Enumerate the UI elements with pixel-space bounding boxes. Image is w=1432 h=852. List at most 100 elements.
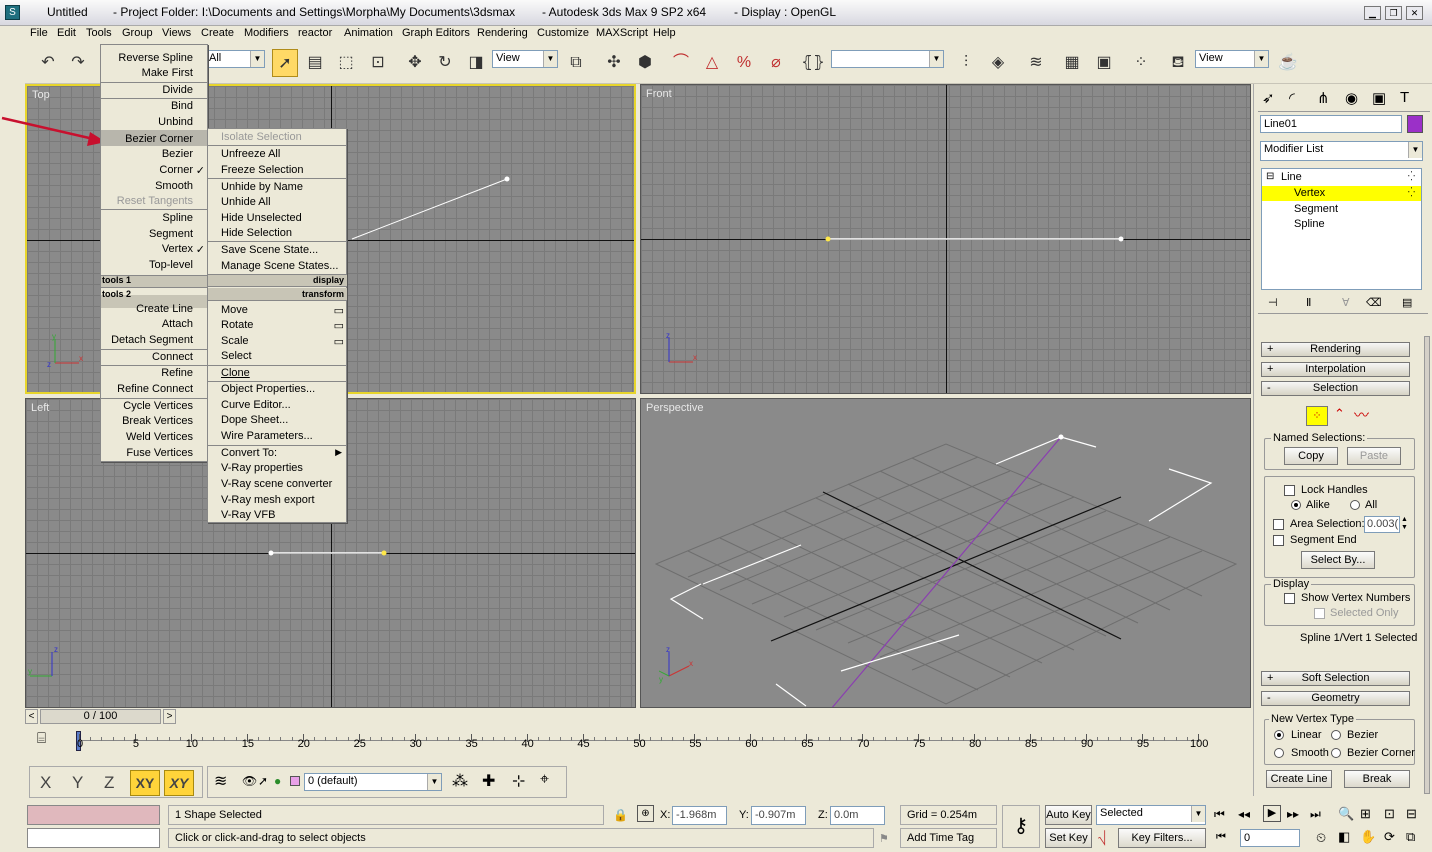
quad-item-make-first[interactable]: Make First [142,67,193,79]
previous-frame-icon[interactable]: ◂◂ [1238,807,1250,821]
vertex-level-icon[interactable]: ⁘ [1306,406,1328,426]
quad-item-curve-editor[interactable]: Curve Editor... [221,399,291,411]
quad-item-unhide-all[interactable]: Unhide All [221,196,271,208]
menu-maxscript[interactable]: MAXScript [596,27,648,39]
quad-item-break-vertices[interactable]: Break Vertices [122,415,193,427]
quad-item-select[interactable]: Select [221,350,252,362]
all-radio[interactable] [1350,500,1360,510]
linear-radio[interactable] [1274,730,1284,740]
menu-file[interactable]: File [30,27,48,39]
axis-xy-button[interactable]: XY [130,770,160,796]
keyboard-shortcut-icon[interactable]: ⬢ [632,49,658,77]
rect-selection-icon[interactable]: ⬚ [333,49,359,77]
pin-stack-icon[interactable]: ⊣ [1268,296,1278,309]
settings-box-icon[interactable]: ▭ [334,304,344,317]
quad-item-object-properties[interactable]: Object Properties... [221,383,315,395]
set-key-button[interactable]: Set Key [1045,828,1092,848]
area-selection-checkbox[interactable] [1273,519,1284,530]
quad-item-convert-to[interactable]: Convert To: [221,447,277,459]
viewport-front[interactable]: Front xz [640,84,1251,394]
rollout-soft-selection[interactable]: + Soft Selection [1261,671,1410,686]
spinner-snap-icon[interactable]: ⌀ [763,49,789,77]
quad-item-spline[interactable]: Spline [162,212,193,224]
teapot-icon[interactable]: ● [274,774,281,788]
undo-icon[interactable]: ↶ [35,49,61,77]
lock-handles-checkbox[interactable] [1284,485,1295,496]
quad-item-vray-scene-converter[interactable]: V-Ray scene converter [221,478,332,490]
y-coordinate-field[interactable]: -0.907m [751,806,806,825]
create-line-button[interactable]: Create Line [1266,770,1332,788]
rollout-geometry[interactable]: - Geometry [1261,691,1410,706]
curve-editor-icon[interactable]: ▦ [1059,49,1085,77]
spinner-arrows-icon[interactable]: ▲ ▼ [1401,516,1408,532]
quad-item-dope-sheet[interactable]: Dope Sheet... [221,414,288,426]
quad-item-save-scene-state[interactable]: Save Scene State... [221,244,318,256]
quad-item-smooth[interactable]: Smooth [155,180,193,192]
quad-item-vray-properties[interactable]: V-Ray properties [221,462,303,474]
quad-item-create-line[interactable]: Create Line [136,303,193,315]
orbit-icon[interactable]: ⟳ [1384,829,1395,845]
axis-x-button[interactable]: X [40,773,51,793]
time-next-icon[interactable]: > [163,709,176,724]
quad-item-cycle-vertices[interactable]: Cycle Vertices [123,400,193,412]
alike-radio[interactable] [1291,500,1301,510]
key-icon[interactable]: ⚷ [1002,805,1040,848]
menu-customize[interactable]: Customize [537,27,589,39]
quad-item-fuse-vertices[interactable]: Fuse Vertices [126,447,193,459]
select-by-name-icon[interactable]: ▤ [302,49,328,77]
bezier-corner-radio[interactable] [1331,748,1341,758]
configure-sets-icon[interactable]: ▤ [1402,296,1412,309]
settings-box-icon[interactable]: ▭ [334,319,344,332]
selected-only-checkbox[interactable] [1314,608,1325,619]
stack-item-segment[interactable]: Segment [1294,203,1338,215]
spline-level-icon[interactable]: 〰 [1354,404,1369,425]
object-color-swatch[interactable] [1407,115,1423,133]
menu-edit[interactable]: Edit [57,27,76,39]
layers-icon[interactable]: ≋ [214,771,227,791]
quad-item-manage-scene-states[interactable]: Manage Scene States... [221,260,338,272]
quad-item-corner[interactable]: Corner [159,164,193,176]
snap-3d-icon[interactable]: ⌒ [668,49,694,77]
named-selection-dropdown[interactable]: ▼ [831,50,944,68]
schematic-view-icon[interactable]: ▣ [1091,49,1117,77]
layer-color-swatch[interactable] [290,776,300,786]
close-button[interactable]: ✕ [1406,6,1423,20]
quad-item-refine-connect[interactable]: Refine Connect [117,383,193,395]
minimize-button[interactable]: ▁ [1364,6,1381,20]
edit-named-sel-icon[interactable]: ⦃⦄ [800,49,826,77]
angle-snap-icon[interactable]: △ [699,49,725,77]
add-time-tag[interactable]: Add Time Tag [900,828,997,848]
redo-icon[interactable]: ↷ [65,49,91,77]
paste-button[interactable]: Paste [1347,447,1401,465]
curve-editor-mini-icon[interactable]: ⌸ [37,730,46,747]
menu-create[interactable]: Create [201,27,234,39]
menu-modifiers[interactable]: Modifiers [244,27,289,39]
rollout-rendering[interactable]: + Rendering [1261,342,1410,357]
menu-views[interactable]: Views [162,27,191,39]
eye-icon[interactable]: 👁 [242,774,257,788]
time-tag-icon[interactable]: ⚑ [879,832,889,845]
motion-tab-icon[interactable]: ◉ [1345,89,1358,107]
quad-item-vray-vfb[interactable]: V-Ray VFB [221,509,275,521]
quad-item-scale[interactable]: Scale [221,335,249,347]
scale-icon[interactable]: ◨ [463,49,489,77]
show-end-result-icon[interactable]: Ⅱ [1306,296,1311,309]
zoom-all-icon[interactable]: ⊞ [1360,806,1371,822]
modifier-list-dropdown[interactable]: Modifier List ▼ [1260,141,1423,161]
quad-item-unfreeze-all[interactable]: Unfreeze All [221,148,280,160]
move-icon[interactable]: ✥ [402,49,428,77]
tangent-type-icon[interactable]: ⎷ [1098,830,1106,846]
select-manipulate-icon[interactable]: ✣ [601,49,627,77]
material-editor-icon[interactable]: ⁘ [1128,49,1154,77]
render-setup-icon[interactable]: ⛾ [1165,49,1191,77]
create-tab-icon[interactable]: ➶ [1262,89,1275,107]
quad-item-vray-mesh-export[interactable]: V-Ray mesh export [221,494,315,506]
select-by-button[interactable]: Select By... [1301,551,1375,569]
panel-scrollbar[interactable] [1424,336,1430,794]
quad-item-connect[interactable]: Connect [152,351,193,363]
segment-level-icon[interactable]: ⌃ [1334,406,1345,422]
quad-item-weld-vertices[interactable]: Weld Vertices [126,431,193,443]
remove-modifier-icon[interactable]: ⌫ [1366,296,1382,309]
key-mode-toggle-icon[interactable]: ⏮ [1216,831,1226,844]
segment-end-checkbox[interactable] [1273,535,1284,546]
